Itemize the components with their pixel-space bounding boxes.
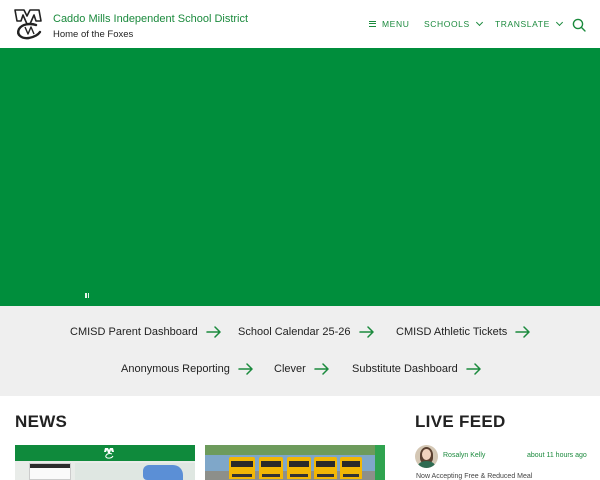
quick-link-athletic-tickets[interactable]: CMISD Athletic Tickets [396,326,531,338]
quick-link-label: School Calendar 25-26 [238,326,351,338]
hero-banner [0,48,600,306]
arrow-right-icon [466,363,481,375]
arrow-right-icon [206,326,221,338]
menu-label: MENU [382,19,410,29]
feed-timestamp: about 11 hours ago [527,452,587,459]
school-bus-image [259,457,283,479]
school-bus-image [314,457,337,479]
news-heading: NEWS [15,412,68,431]
arrow-right-icon [358,326,374,338]
district-tagline: Home of the Foxes [53,29,134,40]
quick-link-label: Anonymous Reporting [121,363,230,375]
school-bus-image [287,457,311,479]
quick-link-substitute-dashboard[interactable]: Substitute Dashboard [352,363,482,375]
arrow-right-icon [314,363,329,375]
avatar[interactable] [415,445,438,468]
live-feed-heading: LIVE FEED [415,412,506,431]
school-bus-image [229,457,255,479]
cm-logo-icon [104,448,114,459]
quick-link-anonymous-reporting[interactable]: Anonymous Reporting [121,363,254,375]
translate-label: TRANSLATE [495,19,550,29]
district-name[interactable]: Caddo Mills Independent School District [53,13,248,25]
card-trees [205,445,385,455]
card-green-edge [375,445,385,480]
translate-dropdown[interactable]: TRANSLATE [495,18,563,29]
pause-icon[interactable] [84,293,90,300]
quick-link-clever[interactable]: Clever [274,363,330,375]
news-card-image[interactable] [205,445,385,480]
hamburger-icon [369,21,376,27]
chevron-down-icon [555,18,563,27]
school-bus-image [340,457,362,479]
quick-link-label: Substitute Dashboard [352,363,458,375]
feed-author[interactable]: Rosalyn Kelly [443,452,485,459]
quick-link-label: Clever [274,363,306,375]
cm-logo-icon[interactable] [10,7,44,41]
chevron-down-icon [475,18,483,27]
schools-dropdown[interactable]: SCHOOLS [424,18,483,29]
search-icon[interactable] [571,17,587,33]
feed-post-text[interactable]: Now Accepting Free & Reduced Meal [416,473,532,480]
quick-link-label: CMISD Athletic Tickets [396,326,508,338]
arrow-right-icon [515,326,531,338]
card-side-panel [29,463,71,480]
arrow-right-icon [238,363,253,375]
card-map-water [143,465,183,480]
quick-links: CMISD Parent Dashboard School Calendar 2… [0,306,600,396]
quick-link-parent-dashboard[interactable]: CMISD Parent Dashboard [70,326,222,338]
news-card-image[interactable] [15,445,195,480]
schools-label: SCHOOLS [424,19,470,29]
menu-button[interactable]: MENU [369,19,409,29]
quick-link-school-calendar[interactable]: School Calendar 25-26 [238,326,375,338]
quick-link-label: CMISD Parent Dashboard [70,326,198,338]
site-header: Caddo Mills Independent School District … [0,0,600,48]
